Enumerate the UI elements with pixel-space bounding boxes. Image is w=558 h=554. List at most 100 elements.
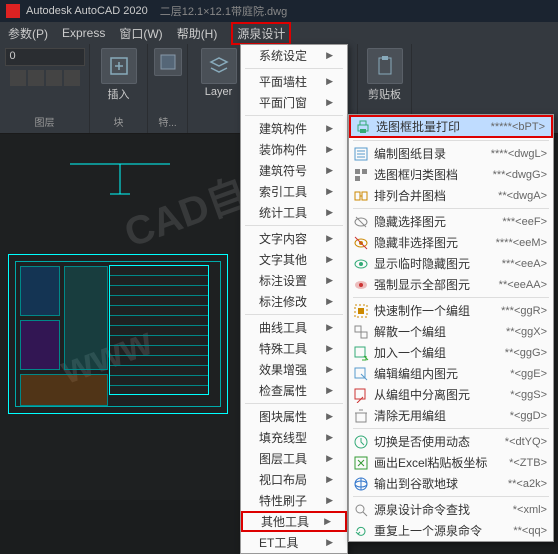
submenu-item[interactable]: 强制显示全部图元**<eeAA>	[349, 274, 553, 295]
layer-tool-icon[interactable]	[64, 70, 80, 86]
submenu-label: 编辑编组内图元	[374, 365, 505, 382]
menu-item[interactable]: ET工具▶	[241, 532, 347, 553]
submenu-item[interactable]: 编辑编组内图元*<ggE>	[349, 363, 553, 384]
submenu-item[interactable]: 从编组中分离图元*<ggS>	[349, 384, 553, 405]
submenu-command: ***<dwgG>	[493, 169, 547, 181]
menu-item[interactable]: 填充线型▶	[241, 427, 347, 448]
submenu-label: 重复上一个源泉命令	[374, 522, 508, 539]
clipboard-button[interactable]: 剪贴板	[367, 48, 403, 102]
menu-label: ET工具	[259, 534, 298, 551]
menu-item[interactable]: 文字其他▶	[241, 249, 347, 270]
submenu-item[interactable]: 快速制作一个编组***<ggR>	[349, 300, 553, 321]
drawing-element	[70, 154, 170, 214]
layer-tool-icon[interactable]	[46, 70, 62, 86]
menu-express[interactable]: Express	[62, 26, 105, 40]
file-name: 二层12.1×12.1带庭院.dwg	[160, 3, 287, 19]
menu-label: 特性刷子	[259, 492, 307, 509]
menubar: 参数(P) Express 窗口(W) 帮助(H) 源泉设计	[0, 22, 558, 44]
submenu-item[interactable]: 清除无用编组*<ggD>	[349, 405, 553, 426]
menu-item[interactable]: 文字内容▶	[241, 228, 347, 249]
menu-item[interactable]: 统计工具▶	[241, 202, 347, 223]
menu-item[interactable]: 建筑符号▶	[241, 160, 347, 181]
submenu-item[interactable]: 加入一个编组**<ggG>	[349, 342, 553, 363]
submenu-arrow-icon: ▶	[326, 453, 333, 464]
menu-item[interactable]: 索引工具▶	[241, 181, 347, 202]
group-icon	[353, 303, 369, 319]
layer-icon	[201, 48, 237, 84]
sort-icon	[353, 167, 369, 183]
menu-item[interactable]: 平面门窗 ▶	[241, 92, 347, 113]
menu-item[interactable]: 系统设定▶	[241, 45, 347, 66]
submenu-command: **<a2k>	[508, 478, 547, 490]
submenu-arrow-icon: ▶	[326, 144, 333, 155]
submenu-item[interactable]: 排列合并图档**<dwgA>	[349, 185, 553, 206]
properties-icon[interactable]	[154, 48, 182, 76]
menu-item[interactable]: 装饰构件 ▶	[241, 139, 347, 160]
submenu-item[interactable]: 源泉设计命令查找 *<xml>	[349, 499, 553, 520]
menu-item[interactable]: 特殊工具▶	[241, 338, 347, 359]
submenu-item[interactable]: 编制图纸目录****<dwgL>	[349, 143, 553, 164]
menu-item[interactable]: 视口布局▶	[241, 469, 347, 490]
menu-item[interactable]: 其他工具▶	[241, 511, 347, 532]
yuanquan-menu: 系统设定▶平面墙柱▶平面门窗▶建筑构件▶装饰构件▶建筑符号▶索引工具▶统计工具▶…	[240, 44, 348, 554]
earth-icon	[353, 476, 369, 492]
submenu-arrow-icon: ▶	[326, 385, 333, 396]
submenu-item[interactable]: 重复上一个源泉命令**<qq>	[349, 520, 553, 541]
menu-item[interactable]: 图层工具 ▶	[241, 448, 347, 469]
dyn-icon	[353, 434, 369, 450]
app-title: Autodesk AutoCAD 2020	[26, 5, 148, 17]
submenu-item[interactable]: 隐藏非选择图元****<eeM>	[349, 232, 553, 253]
submenu-label: 隐藏非选择图元	[374, 234, 491, 251]
menu-label: 装饰构件	[259, 141, 307, 158]
panel-title: 特...	[158, 114, 176, 129]
menu-item[interactable]: 效果增强▶	[241, 359, 347, 380]
submenu-item[interactable]: 切换是否使用动态 *<dtYQ>	[349, 431, 553, 452]
menu-label: 索引工具	[259, 183, 307, 200]
menu-item[interactable]: 特性刷子▶	[241, 490, 347, 511]
menu-label: 特殊工具	[259, 340, 307, 357]
submenu-label: 切换是否使用动态	[374, 433, 500, 450]
layer-button[interactable]: Layer	[201, 48, 237, 98]
submenu-command: *<xml>	[513, 504, 547, 516]
submenu-command: *<dtYQ>	[505, 436, 547, 448]
submenu-item[interactable]: 画出Excel粘贴板坐标*<ZTB>	[349, 452, 553, 473]
submenu-item[interactable]: 输出到谷歌地球 **<a2k>	[349, 473, 553, 494]
menu-item[interactable]: 平面墙柱▶	[241, 71, 347, 92]
menu-label: 平面门窗	[259, 94, 307, 111]
layer-tool-icon[interactable]	[10, 70, 26, 86]
menu-item[interactable]: 标注设置▶	[241, 270, 347, 291]
submenu-item[interactable]: 显示临时隐藏图元***<eeA>	[349, 253, 553, 274]
submenu-item[interactable]: 选图框归类图档***<dwgG>	[349, 164, 553, 185]
editgrp-icon	[353, 366, 369, 382]
menu-item[interactable]: 图块属性 ▶	[241, 406, 347, 427]
menu-item[interactable]: 建筑构件▶	[241, 118, 347, 139]
menu-params[interactable]: 参数(P)	[8, 25, 48, 42]
submenu-arrow-icon: ▶	[326, 165, 333, 176]
menu-item[interactable]: 曲线工具▶	[241, 317, 347, 338]
submenu-command: *<ggS>	[510, 389, 547, 401]
menu-item[interactable]: 标注修改▶	[241, 291, 347, 312]
menu-label: 图块属性	[259, 408, 307, 425]
submenu-command: *<ggD>	[510, 410, 547, 422]
submenu-item[interactable]: 选图框批量打印*****<bPT>	[349, 115, 553, 138]
layer-tool-icon[interactable]	[28, 70, 44, 86]
menu-label: 图层工具	[259, 450, 307, 467]
submenu-arrow-icon: ▶	[326, 275, 333, 286]
submenu-item[interactable]: 隐藏选择图元***<eeF>	[349, 211, 553, 232]
submenu-arrow-icon: ▶	[326, 411, 333, 422]
menu-window[interactable]: 窗口(W)	[119, 25, 162, 42]
submenu-item[interactable]: 解散一个编组**<ggX>	[349, 321, 553, 342]
menu-yuanquan[interactable]: 源泉设计	[231, 22, 291, 45]
submenu-label: 输出到谷歌地球	[374, 475, 503, 492]
other-tools-submenu: 选图框批量打印*****<bPT> 编制图纸目录****<dwgL>选图框归类图档…	[348, 114, 554, 542]
submenu-command: ***<ggR>	[501, 305, 547, 317]
menu-label: 效果增强	[259, 361, 307, 378]
menu-item[interactable]: 检查属性▶	[241, 380, 347, 401]
insert-button[interactable]: 插入	[101, 48, 137, 102]
menu-help[interactable]: 帮助(H)	[177, 25, 218, 42]
layer-dropdown[interactable]: 0	[5, 48, 85, 66]
submenu-arrow-icon: ▶	[326, 97, 333, 108]
menu-label: 文字其他	[259, 251, 307, 268]
submenu-arrow-icon: ▶	[324, 516, 331, 527]
submenu-label: 源泉设计命令查找	[374, 501, 508, 518]
